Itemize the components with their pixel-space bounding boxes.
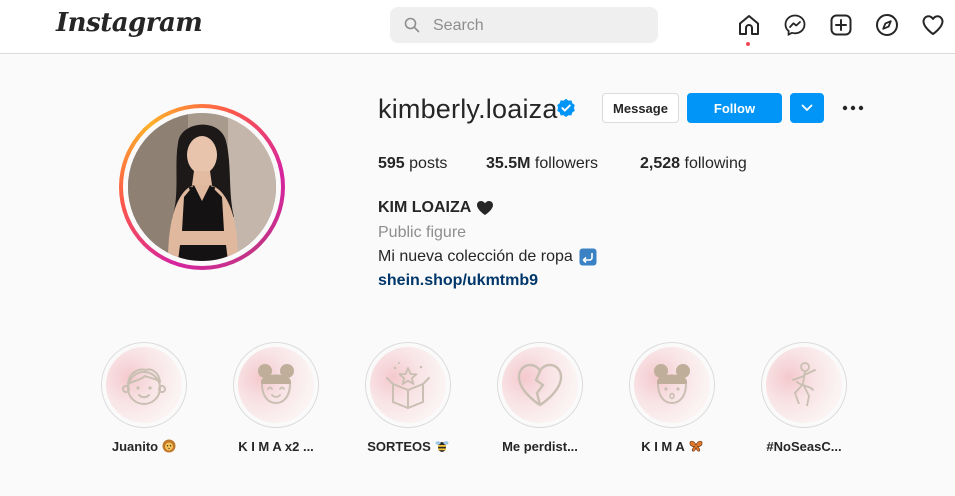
activity-heart-icon[interactable]: [921, 13, 945, 37]
profile-full-name: KIM LOAIZA: [378, 199, 472, 216]
gift-box-icon: [386, 362, 430, 409]
highlight-ring: [497, 342, 583, 428]
profile-category: Public figure: [378, 224, 467, 241]
more-options-icon: [842, 105, 864, 111]
following-label: following: [684, 155, 747, 172]
highlight-juanito[interactable]: Juanito: [99, 342, 189, 462]
following-value: 2,528: [640, 155, 681, 172]
highlight-cover: [634, 347, 710, 423]
highlight-kima[interactable]: K I M A: [627, 342, 717, 462]
highlight-cover: [238, 347, 314, 423]
return-arrow-emoji-icon: [579, 248, 597, 266]
boy-face-icon: [122, 368, 166, 405]
highlight-label: K I M A: [617, 439, 727, 454]
suggested-accounts-dropdown-button[interactable]: [790, 93, 824, 123]
followers-count[interactable]: 35.5M followers: [486, 155, 598, 173]
verified-badge-icon: [557, 98, 575, 117]
followers-label: followers: [534, 155, 599, 172]
search-placeholder: Search: [433, 17, 484, 34]
highlight-ring: [101, 342, 187, 428]
black-heart-emoji-icon: [477, 201, 493, 215]
highlight-label-text: SORTEOS: [367, 439, 431, 454]
search-icon: [404, 17, 420, 33]
following-count[interactable]: 2,528 following: [640, 155, 747, 173]
butterfly-emoji-icon: [689, 440, 703, 452]
message-button[interactable]: Message: [602, 93, 679, 123]
highlight-noseasc[interactable]: #NoSeasC...: [759, 342, 849, 462]
options-button[interactable]: [838, 96, 868, 120]
highlight-label: #NoSeasC...: [766, 439, 842, 454]
home-icon[interactable]: [737, 13, 761, 37]
highlight-ring: [629, 342, 715, 428]
profile-username: kimberly.loaiza: [378, 94, 558, 124]
highlight-cover: [502, 347, 578, 423]
girl-face-icon: [258, 364, 294, 405]
lion-face-emoji-icon: [162, 439, 176, 453]
profile-link[interactable]: shein.shop/ukmtmb9: [378, 272, 538, 290]
follow-button[interactable]: Follow: [687, 93, 782, 123]
search-input[interactable]: Search: [390, 7, 658, 43]
profile-photo-illustration: [128, 113, 276, 261]
chevron-down-icon: [801, 104, 813, 111]
followers-value: 35.5M: [486, 155, 531, 172]
posts-value: 595: [378, 155, 405, 172]
highlight-sorteos[interactable]: SORTEOS: [363, 342, 453, 462]
highlight-label-text: K I M A: [641, 439, 685, 454]
highlight-label: Me perdist...: [502, 439, 578, 454]
highlight-label-text: Juanito: [111, 439, 159, 454]
highlight-label: K I M A x2 ...: [238, 439, 314, 454]
posts-count: 595 posts: [378, 155, 447, 173]
highlight-me-perdiste[interactable]: Me perdist...: [495, 342, 585, 462]
posts-label: posts: [409, 155, 448, 172]
profile-avatar[interactable]: [128, 113, 276, 261]
highlight-label: SORTEOS: [353, 439, 463, 454]
broken-heart-icon: [517, 363, 563, 407]
highlight-ring: [233, 342, 319, 428]
notification-dot: [746, 42, 750, 46]
highlight-cover: [106, 347, 182, 423]
highlight-ring: [365, 342, 451, 428]
instagram-logo[interactable]: Instagram: [56, 8, 203, 38]
top-navigation-bar: Instagram Search: [0, 0, 955, 54]
highlight-cover: [766, 347, 842, 423]
bee-emoji-icon: [435, 441, 449, 452]
explore-icon[interactable]: [875, 13, 899, 37]
highlight-label: Juanito: [89, 439, 199, 454]
profile-bio: Mi nueva colección de ropa: [378, 248, 573, 265]
highlight-ring: [761, 342, 847, 428]
highlight-kima-x2[interactable]: K I M A x2 ...: [231, 342, 321, 462]
story-ring[interactable]: [119, 104, 285, 270]
messenger-icon[interactable]: [783, 13, 807, 37]
dancer-icon: [792, 362, 816, 407]
highlight-cover: [370, 347, 446, 423]
new-post-icon[interactable]: [829, 13, 853, 37]
girl-face-icon: [654, 364, 690, 405]
